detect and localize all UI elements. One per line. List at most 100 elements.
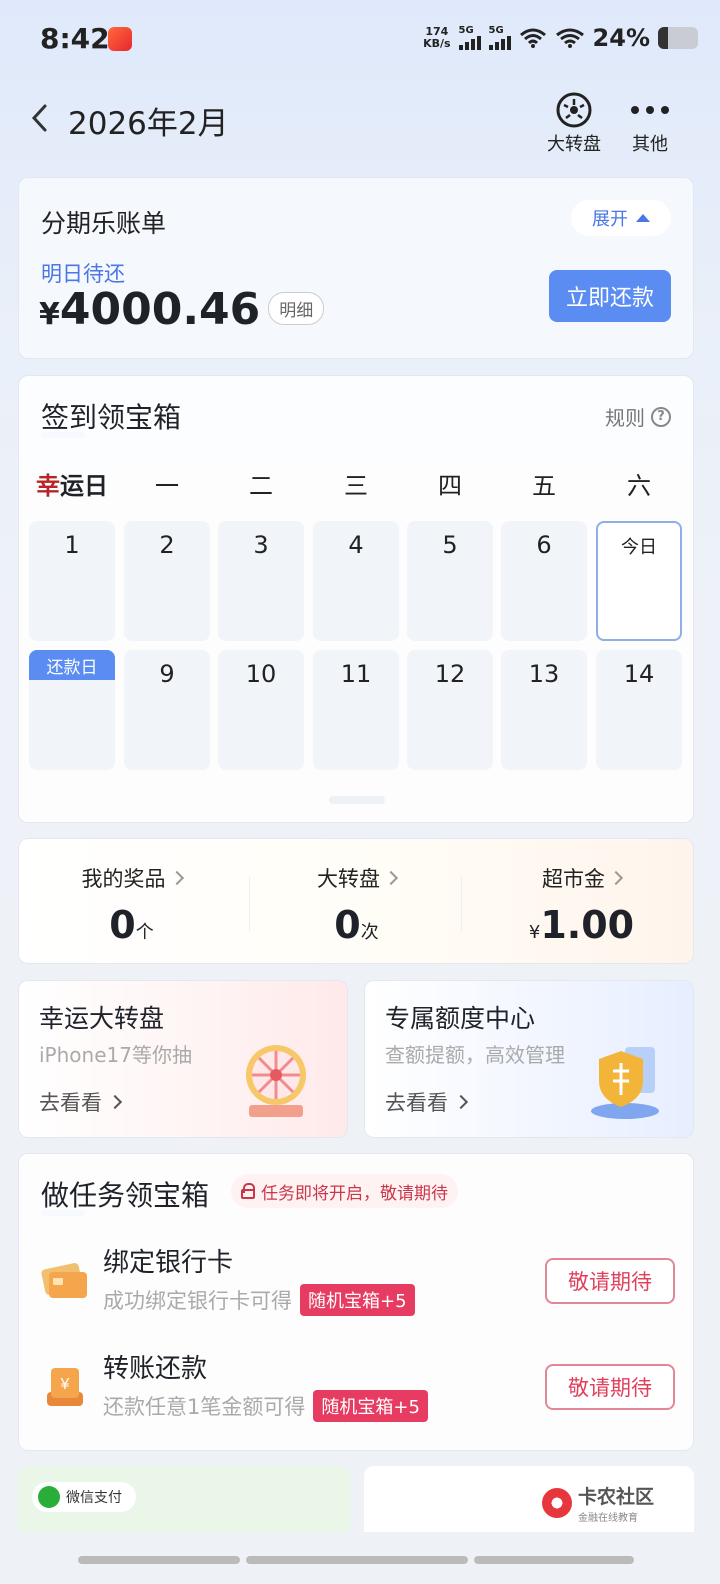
watermark-logo-icon (541, 1488, 572, 1518)
expand-toggle[interactable]: 展开 (571, 200, 671, 236)
pay-now-button[interactable]: 立即还款 (549, 270, 671, 322)
wifi-icon (519, 28, 546, 48)
weekday-label: 三 (344, 472, 368, 500)
calendar-day-number: 2 (159, 531, 175, 559)
calendar-day[interactable]: 1 (29, 521, 115, 641)
stat-market-label: 超市金 (542, 867, 605, 891)
calendar-day[interactable]: 4 (313, 521, 399, 641)
stat-wheel-unit: 次 (360, 922, 379, 943)
lucky-wheel-promo[interactable]: 幸运大转盘 iPhone17等你抽 去看看 (18, 980, 348, 1138)
network-speed-unit: KB/s (423, 37, 451, 50)
calendar-day-number: 10 (245, 660, 277, 688)
more-action-button[interactable]: 其他 (622, 90, 678, 156)
expand-label: 展开 (592, 209, 628, 230)
status-bar: 8:42 174 KB/s 5G 5G 24% (0, 0, 720, 80)
transfer-payment-icon: ¥ (47, 1368, 83, 1406)
calendar-day[interactable]: 14 (596, 650, 682, 770)
weekday-lucky-day: 幸运日 (29, 466, 115, 501)
app-notification-icon (108, 27, 132, 51)
stat-wheel[interactable]: 大转盘 0次 (244, 839, 469, 965)
credit-center-promo[interactable]: 专属额度中心 查额提额，高效管理 去看看 (364, 980, 694, 1138)
due-amount: ¥ 4000.46 明细 (39, 284, 325, 335)
task-item: ¥ 转账还款 还款任意1笔金额可得 随机宝箱+5 敬请期待 (19, 1342, 695, 1432)
detail-button[interactable]: 明细 (268, 292, 325, 325)
chevron-right-icon (608, 870, 624, 886)
divider (461, 877, 462, 931)
task-notice: 任务即将开启，敬请期待 (231, 1174, 458, 1208)
calendar-day[interactable]: 13 (501, 650, 587, 770)
back-arrow-icon[interactable] (28, 102, 52, 134)
stats-card: 我的奖品 0个 大转盘 0次 超市金 ¥1.00 (18, 838, 694, 964)
bottom-right-banner[interactable]: 卡农社区 金融在线教育 (364, 1466, 694, 1532)
promo-link[interactable]: 去看看 (39, 1087, 123, 1117)
calendar-day-number: 11 (340, 660, 372, 688)
signal-sim1-icon: 5G (458, 25, 481, 50)
stat-market-gold[interactable]: 超市金 ¥1.00 (469, 839, 694, 965)
sim1-type: 5G (458, 25, 474, 36)
wheel-action-button[interactable]: 大转盘 (540, 90, 608, 156)
signal-sim2-icon: 5G (488, 26, 511, 50)
bank-card-icon (41, 1263, 87, 1298)
calendar-day[interactable]: 10 (218, 650, 304, 770)
network-speed: 174 KB/s (423, 26, 450, 50)
calendar-day[interactable]: 9 (124, 650, 210, 770)
task-title: 绑定银行卡 (103, 1248, 234, 1278)
wechat-pay-pill: 微信支付 (32, 1482, 136, 1512)
calendar-day-number: 14 (623, 660, 655, 688)
task-item: 绑定银行卡 成功绑定银行卡可得 随机宝箱+5 敬请期待 (19, 1236, 695, 1326)
calendar-day[interactable]: 5 (407, 521, 493, 641)
task-desc: 还款任意1笔金额可得 (103, 1395, 306, 1419)
svg-text:¥: ¥ (60, 1376, 70, 1393)
page-title: 2026年2月 (68, 106, 229, 142)
calendar-day[interactable]: 2 (124, 521, 210, 641)
promo-link[interactable]: 去看看 (385, 1087, 469, 1117)
calendar-day[interactable]: 6 (501, 521, 587, 641)
calendar-day-number: 6 (536, 531, 552, 559)
calendar-day-number: 3 (253, 531, 269, 559)
calendar-day[interactable]: 还款日 (29, 650, 115, 770)
weekday-label: 一 (155, 472, 179, 500)
wechat-pay-banner[interactable]: 微信支付 (18, 1466, 350, 1532)
task-desc: 成功绑定银行卡可得 (103, 1289, 292, 1313)
promo-subtitle: iPhone17等你抽 (39, 1043, 192, 1067)
lucky-rest: 运日 (60, 472, 108, 500)
calendar-day[interactable]: 今日 (596, 521, 682, 641)
lucky-char: 幸 (36, 472, 60, 500)
scroll-indicator (329, 796, 385, 804)
stat-market-value: 1.00 (540, 903, 635, 947)
wechat-pay-label: 微信支付 (66, 1490, 122, 1506)
stat-prizes-label: 我的奖品 (81, 867, 166, 891)
shield-icon (591, 1047, 659, 1119)
calendar-day[interactable]: 11 (313, 650, 399, 770)
tasks-card: 做任务领宝箱 任务即将开启，敬请期待 绑定银行卡 成功绑定银行卡可得 随机宝箱+5… (18, 1153, 694, 1451)
promo-subtitle: 查额提额，高效管理 (385, 1043, 565, 1067)
promo-link-label: 去看看 (39, 1091, 102, 1115)
more-dots-icon (631, 106, 669, 114)
bill-title: 分期乐账单 (41, 209, 167, 238)
calendar-day[interactable]: 3 (218, 521, 304, 641)
reward-badge: 随机宝箱+5 (313, 1390, 428, 1422)
task-notice-text: 任务即将开启，敬请期待 (261, 1183, 448, 1204)
stat-prizes[interactable]: 我的奖品 0个 (19, 839, 244, 965)
calendar-day[interactable]: 12 (407, 650, 493, 770)
chevron-right-icon (107, 1094, 123, 1110)
rules-link[interactable]: 规则 ? (605, 402, 671, 431)
watermark-subtitle: 金融在线教育 (577, 1513, 638, 1524)
promo-link-label: 去看看 (385, 1091, 448, 1115)
checkin-card: 签到领宝箱 规则 ? 幸运日一二三四五六 1 2 3 4 5 6 今日 还款日 9 10 11 12 1… (18, 375, 694, 823)
stat-market-prefix: ¥ (528, 922, 541, 943)
weekday-label: 四 (438, 472, 462, 500)
wechat-icon (38, 1486, 60, 1508)
coming-soon-button[interactable]: 敬请期待 (545, 1364, 675, 1410)
coming-soon-button[interactable]: 敬请期待 (545, 1258, 675, 1304)
calendar-day-number: 今日 (621, 537, 657, 558)
promo-title: 专属额度中心 (385, 1004, 536, 1033)
stat-wheel-label: 大转盘 (317, 867, 380, 891)
amount-value: 4000.46 (59, 284, 261, 335)
weekday-label: 二 (249, 472, 273, 500)
calendar-day-number: 4 (348, 531, 364, 559)
status-time: 8:42 (40, 22, 110, 55)
chevron-right-icon (169, 870, 184, 886)
calendar-day-number: 12 (434, 660, 466, 688)
wifi-icon-2 (555, 28, 584, 48)
